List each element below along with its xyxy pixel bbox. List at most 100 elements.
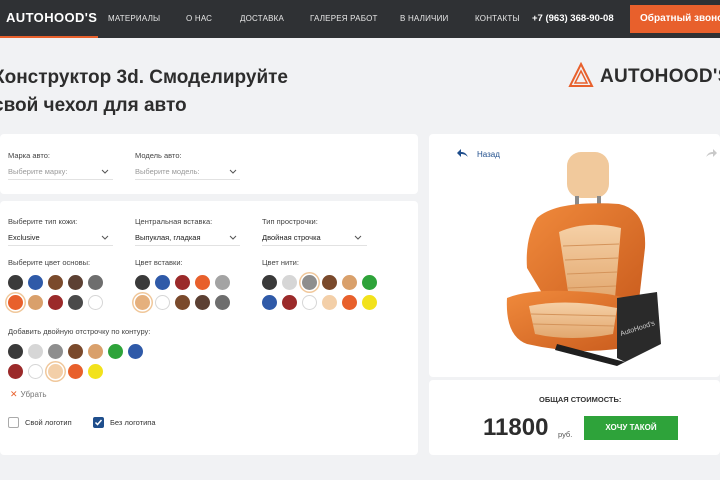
car-brand-select[interactable]: Выберите марку: — [8, 167, 67, 176]
brand-logo-icon — [568, 62, 594, 87]
site-logo[interactable]: AUTOHOOD'S — [6, 10, 97, 25]
thread-color-swatch[interactable] — [342, 275, 357, 290]
center-insert-label: Центральная вставка: — [135, 217, 213, 226]
share-icon[interactable] — [705, 149, 717, 159]
thread-color-swatch[interactable] — [322, 275, 337, 290]
base-color-swatch[interactable] — [68, 295, 83, 310]
check-icon — [94, 419, 103, 426]
select-underline — [8, 179, 113, 180]
nav-link-gallery[interactable]: ГАЛЕРЕЯ РАБОТ — [310, 14, 378, 23]
thread-color-swatch[interactable] — [302, 295, 317, 310]
thread-color-swatch[interactable] — [282, 295, 297, 310]
double-stitch-color-swatch[interactable] — [128, 344, 143, 359]
close-icon: ✕ — [10, 389, 18, 399]
insert-color-swatch[interactable] — [215, 295, 230, 310]
chevron-down-icon — [101, 169, 109, 174]
total-price: 11800 — [483, 414, 549, 441]
seat-backrest-insert — [559, 224, 621, 301]
remove-double-stitch-button[interactable]: ✕ Убрать — [10, 389, 47, 400]
buy-button[interactable]: ХОЧУ ТАКОЙ — [584, 416, 678, 440]
select-underline — [135, 179, 240, 180]
double-stitch-color-swatch[interactable] — [8, 344, 23, 359]
double-stitch-color-swatch[interactable] — [28, 364, 43, 379]
insert-color-swatch[interactable] — [195, 275, 210, 290]
insert-color-swatch[interactable] — [215, 275, 230, 290]
phone-number[interactable]: +7 (963) 368-90-08 — [532, 13, 614, 24]
top-navigation: AUTOHOOD'S МАТЕРИАЛЫ О НАС ДОСТАВКА ГАЛЕ… — [0, 0, 720, 38]
base-color-swatch[interactable] — [8, 295, 23, 310]
double-stitch-color-swatch[interactable] — [88, 364, 103, 379]
base-color-swatch[interactable] — [48, 295, 63, 310]
double-stitch-color-swatch[interactable] — [8, 364, 23, 379]
base-color-swatch[interactable] — [88, 275, 103, 290]
base-color-swatch[interactable] — [68, 275, 83, 290]
leather-type-select[interactable]: Exclusive — [8, 233, 40, 242]
center-insert-select[interactable]: Выпуклая, гладкая — [135, 233, 201, 242]
thread-color-swatch[interactable] — [262, 295, 277, 310]
seat-headrest — [567, 152, 609, 198]
chevron-down-icon — [101, 235, 109, 240]
base-color-swatch[interactable] — [28, 295, 43, 310]
own-logo-checkbox[interactable] — [8, 417, 19, 428]
callback-button[interactable]: Обратный звонок — [630, 5, 720, 33]
base-color-swatch[interactable] — [28, 275, 43, 290]
double-stitch-color-swatch[interactable] — [68, 364, 83, 379]
thread-color-swatch[interactable] — [362, 275, 377, 290]
car-brand-label: Марка авто: — [8, 151, 50, 160]
insert-color-swatch[interactable] — [195, 295, 210, 310]
stitch-type-label: Тип прострочки: — [262, 217, 318, 226]
page-title-line1: Конструктор 3d. Смоделируйте — [0, 67, 288, 88]
page-title-line2: свой чехол для авто — [0, 95, 187, 116]
brand-logo: AUTOHOOD'S — [568, 62, 720, 92]
thread-color-label: Цвет нити: — [262, 258, 299, 267]
chevron-down-icon — [229, 169, 237, 174]
insert-color-swatch[interactable] — [135, 295, 150, 310]
car-selection-card: Марка авто: Выберите марку: Модель авто:… — [0, 134, 418, 194]
car-model-select[interactable]: Выберите модель: — [135, 167, 200, 176]
double-stitch-color-swatch[interactable] — [108, 344, 123, 359]
base-color-swatch[interactable] — [88, 295, 103, 310]
seat-cushion-insert — [529, 302, 617, 338]
select-underline — [262, 245, 367, 246]
thread-color-swatch[interactable] — [322, 295, 337, 310]
stitch-type-select[interactable]: Двойная строчка — [262, 233, 321, 242]
thread-color-swatch[interactable] — [302, 275, 317, 290]
brand-logo-text: AUTOHOOD'S — [600, 66, 720, 87]
select-underline — [8, 245, 113, 246]
base-color-swatch[interactable] — [8, 275, 23, 290]
total-cost-label: ОБЩАЯ СТОИМОСТЬ: — [539, 395, 622, 404]
nav-link-materials[interactable]: МАТЕРИАЛЫ — [108, 14, 160, 23]
insert-color-label: Цвет вставки: — [135, 258, 183, 267]
seat-preview-image: AutoHood's — [506, 152, 661, 366]
thread-color-swatch[interactable] — [282, 275, 297, 290]
insert-color-swatch[interactable] — [175, 275, 190, 290]
base-color-swatch[interactable] — [48, 275, 63, 290]
insert-color-swatch[interactable] — [155, 275, 170, 290]
double-stitch-color-swatch[interactable] — [88, 344, 103, 359]
logo-underline — [0, 36, 98, 38]
insert-color-swatch[interactable] — [175, 295, 190, 310]
double-stitch-color-swatch[interactable] — [28, 344, 43, 359]
nav-link-in-stock[interactable]: В НАЛИЧИИ — [400, 14, 448, 23]
price-currency: руб. — [558, 430, 573, 439]
double-stitch-color-swatch[interactable] — [68, 344, 83, 359]
insert-color-swatch[interactable] — [155, 295, 170, 310]
nav-link-about[interactable]: О НАС — [186, 14, 212, 23]
own-logo-label: Свой логотип — [25, 418, 72, 427]
nav-link-contacts[interactable]: КОНТАКТЫ — [475, 14, 520, 23]
base-color-label: Выберите цвет основы: — [8, 258, 91, 267]
remove-label: Убрать — [20, 390, 47, 399]
preview-card: Назад AutoHood's — [429, 134, 720, 377]
no-logo-checkbox[interactable] — [93, 417, 104, 428]
back-arrow-icon[interactable] — [457, 149, 469, 159]
nav-link-delivery[interactable]: ДОСТАВКА — [240, 14, 284, 23]
insert-color-swatch[interactable] — [135, 275, 150, 290]
double-stitch-color-swatch[interactable] — [48, 364, 63, 379]
thread-color-swatch[interactable] — [342, 295, 357, 310]
thread-color-swatch[interactable] — [362, 295, 377, 310]
double-stitch-color-swatch[interactable] — [48, 344, 63, 359]
leather-type-label: Выберите тип кожи: — [8, 217, 78, 226]
car-model-label: Модель авто: — [135, 151, 182, 160]
thread-color-swatch[interactable] — [262, 275, 277, 290]
select-underline — [135, 245, 240, 246]
